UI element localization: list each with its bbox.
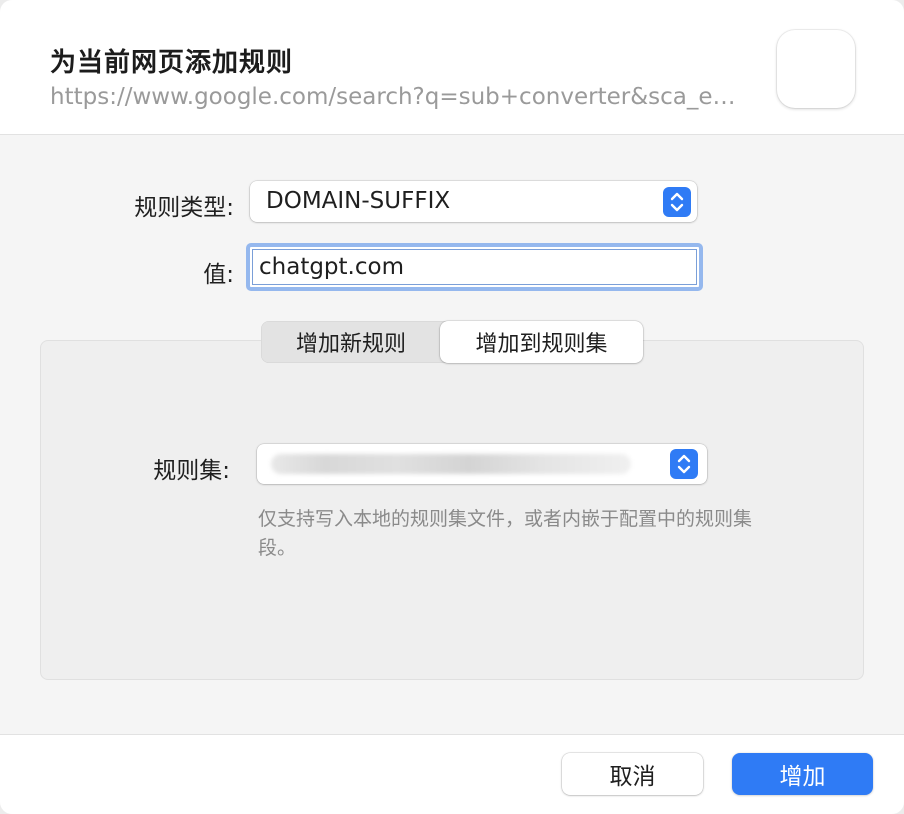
chevron-updown-icon [663, 187, 691, 217]
mode-segmented-control: 增加新规则 增加到规则集 [261, 321, 643, 363]
value-input[interactable] [252, 249, 697, 285]
dialog-title: 为当前网页添加规则 [50, 48, 294, 78]
dialog-header: 为当前网页添加规则 https://www.google.com/search?… [0, 0, 904, 135]
cancel-button[interactable]: 取消 [562, 753, 703, 795]
value-field [246, 243, 703, 291]
rule-type-label: 规则类型: [134, 195, 234, 221]
page-url: https://www.google.com/search?q=sub+conv… [50, 84, 736, 110]
tab-add-to-ruleset[interactable]: 增加到规则集 [440, 321, 643, 363]
ruleset-hint: 仅支持写入本地的规则集文件，或者内嵌于配置中的规则集段。 [258, 508, 753, 559]
ruleset-select[interactable] [257, 444, 707, 484]
add-button[interactable]: 增加 [732, 753, 873, 795]
value-label: 值: [203, 262, 234, 288]
redacted-path [271, 454, 631, 474]
rule-type-value: DOMAIN-SUFFIX [266, 188, 451, 214]
chevron-updown-icon [670, 449, 698, 479]
add-rule-dialog: 为当前网页添加规则 https://www.google.com/search?… [0, 0, 904, 814]
tab-add-new-rule[interactable]: 增加新规则 [261, 321, 441, 363]
rule-type-select[interactable]: DOMAIN-SUFFIX [250, 181, 697, 222]
ruleset-label: 规则集: [153, 458, 230, 484]
audio-bars-icon [777, 30, 855, 108]
